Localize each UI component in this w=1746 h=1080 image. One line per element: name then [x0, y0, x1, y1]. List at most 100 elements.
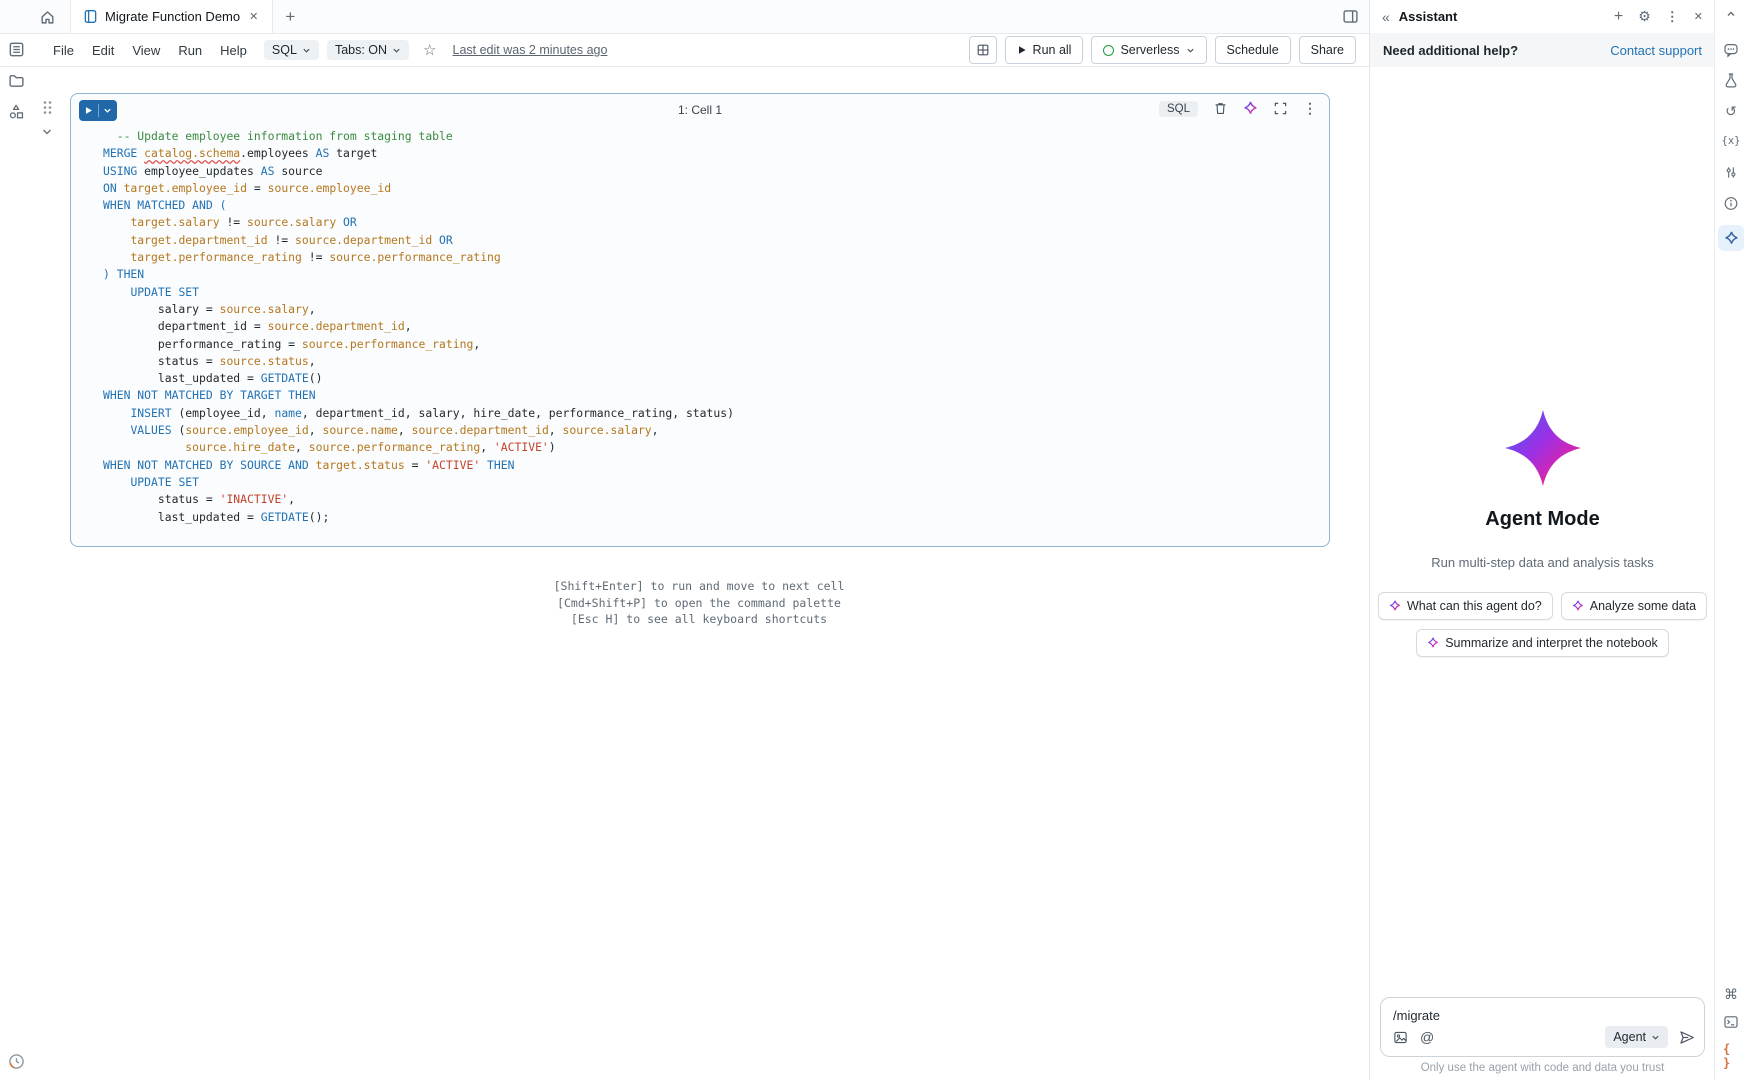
code-line[interactable]: ) THEN: [103, 266, 734, 283]
menu-file[interactable]: File: [44, 39, 83, 62]
cell-menu-kebab-icon[interactable]: ⋮: [1303, 100, 1317, 117]
assistant-header-icons: + ⚙ ⋮ ✕: [1614, 8, 1703, 26]
assistant-rail-icon-selected[interactable]: [1718, 225, 1744, 251]
menu-help[interactable]: Help: [211, 39, 256, 62]
code-line[interactable]: UPDATE SET: [103, 474, 734, 491]
code-line[interactable]: -- Update employee information from stag…: [103, 128, 734, 145]
close-panel-icon[interactable]: ✕: [1694, 10, 1703, 23]
info-icon[interactable]: [1724, 196, 1739, 211]
favorite-star-icon[interactable]: ☆: [423, 41, 436, 59]
delete-cell-icon[interactable]: [1213, 101, 1228, 116]
code-line[interactable]: WHEN NOT MATCHED BY TARGET THEN: [103, 387, 734, 404]
environment-braces-icon[interactable]: { }: [1723, 1042, 1739, 1070]
code-line[interactable]: target.salary != source.salary OR: [103, 214, 734, 231]
assistant-input-value[interactable]: /migrate: [1393, 1008, 1692, 1023]
notebook-cell[interactable]: 1: Cell 1 SQL ⋮ -- Update employee infor…: [70, 93, 1330, 547]
assistant-input-box[interactable]: /migrate @ Agent: [1380, 997, 1705, 1057]
folder-icon[interactable]: [7, 71, 25, 89]
collapse-panel-icon[interactable]: «: [1382, 9, 1390, 25]
run-options-chevron-icon[interactable]: [99, 106, 116, 115]
code-line[interactable]: USING employee_updates AS source: [103, 163, 734, 180]
code-line[interactable]: ON target.employee_id = source.employee_…: [103, 180, 734, 197]
assistant-sparkle-icon[interactable]: [1243, 101, 1258, 116]
code-line[interactable]: target.performance_rating != source.perf…: [103, 249, 734, 266]
sparkle-icon: [1572, 600, 1584, 612]
mode-selector[interactable]: Agent: [1605, 1026, 1668, 1048]
settings-sliders-icon[interactable]: [1724, 165, 1739, 180]
dashboard-grid-icon[interactable]: [969, 36, 997, 64]
home-icon[interactable]: [39, 8, 56, 25]
menu-run[interactable]: Run: [169, 39, 211, 62]
code-line[interactable]: status = source.status,: [103, 353, 734, 370]
collapse-rail-chevron-icon[interactable]: [1725, 8, 1737, 20]
cell-collapse-chevron-icon[interactable]: [41, 126, 53, 138]
hint-line: [Shift+Enter] to run and move to next ce…: [70, 578, 1328, 595]
share-button[interactable]: Share: [1299, 36, 1356, 64]
workflow-shapes-icon[interactable]: [7, 102, 25, 120]
code-line[interactable]: department_id = source.department_id,: [103, 318, 734, 335]
terminal-icon[interactable]: [1723, 1014, 1739, 1030]
code-editor[interactable]: -- Update employee information from stag…: [103, 128, 734, 526]
suggestion-summarize-notebook[interactable]: Summarize and interpret the notebook: [1416, 629, 1669, 657]
agent-mode-logo-icon: [1501, 406, 1585, 490]
code-line[interactable]: status = 'INACTIVE',: [103, 491, 734, 508]
code-line[interactable]: WHEN NOT MATCHED BY SOURCE AND target.st…: [103, 457, 734, 474]
tab-title: Migrate Function Demo: [105, 9, 240, 24]
code-line[interactable]: VALUES (source.employee_id, source.name,…: [103, 422, 734, 439]
assistant-title: Assistant: [1399, 9, 1458, 24]
code-line[interactable]: source.hire_date, source.performance_rat…: [103, 439, 734, 456]
kebab-menu-icon[interactable]: ⋮: [1666, 9, 1679, 25]
experiments-flask-icon[interactable]: [1723, 72, 1739, 88]
new-chat-icon[interactable]: +: [1614, 8, 1623, 26]
version-history-icon[interactable]: ↺: [1725, 103, 1737, 120]
run-all-button[interactable]: Run all: [1005, 36, 1084, 64]
code-line[interactable]: last_updated = GETDATE();: [103, 509, 734, 526]
code-line[interactable]: INSERT (employee_id, name, department_id…: [103, 405, 734, 422]
hint-line: [Esc H] to see all keyboard shortcuts: [70, 611, 1328, 628]
assistant-input-controls: @ Agent: [1393, 1026, 1695, 1048]
tab-close-icon[interactable]: ✕: [247, 10, 260, 23]
run-cell-button[interactable]: [79, 100, 117, 121]
cell-title: 1: Cell 1: [678, 103, 722, 117]
cell-actions: SQL ⋮: [1159, 100, 1317, 117]
variables-icon[interactable]: {x}: [1722, 135, 1741, 147]
play-icon[interactable]: [79, 106, 98, 115]
notebook-icon: [83, 9, 98, 24]
schedule-button[interactable]: Schedule: [1215, 36, 1291, 64]
send-icon[interactable]: [1678, 1029, 1695, 1046]
expand-cell-icon[interactable]: [1273, 101, 1288, 116]
gear-icon[interactable]: ⚙: [1638, 8, 1651, 25]
input-right-controls: Agent: [1605, 1026, 1695, 1048]
code-line[interactable]: MERGE catalog.schema.employees AS target: [103, 145, 734, 162]
menu-view[interactable]: View: [123, 39, 169, 62]
keyboard-hints: [Shift+Enter] to run and move to next ce…: [70, 578, 1328, 628]
comments-icon[interactable]: [1723, 42, 1739, 58]
suggestion-analyze-data[interactable]: Analyze some data: [1561, 592, 1707, 620]
notebook-tab[interactable]: Migrate Function Demo ✕: [70, 0, 273, 33]
code-line[interactable]: UPDATE SET: [103, 284, 734, 301]
mention-icon[interactable]: @: [1420, 1029, 1434, 1045]
new-tab-button[interactable]: +: [285, 8, 295, 25]
cell-drag-handle[interactable]: [42, 100, 53, 115]
cell-language-badge[interactable]: SQL: [1159, 101, 1198, 117]
command-palette-icon[interactable]: ⌘: [1724, 986, 1738, 1003]
code-line[interactable]: last_updated = GETDATE(): [103, 370, 734, 387]
agent-mode-subtitle: Run multi-step data and analysis tasks: [1431, 555, 1654, 570]
panel-layout-icon[interactable]: [1342, 8, 1359, 25]
code-line[interactable]: performance_rating = source.performance_…: [103, 336, 734, 353]
compute-selector[interactable]: Serverless: [1091, 36, 1206, 64]
tabs-toggle[interactable]: Tabs: ON: [327, 40, 409, 60]
menu-edit[interactable]: Edit: [83, 39, 123, 62]
clock-status-icon[interactable]: [7, 1052, 25, 1070]
code-line[interactable]: salary = source.salary,: [103, 301, 734, 318]
last-edit-status[interactable]: Last edit was 2 minutes ago: [453, 43, 608, 57]
contact-support-link[interactable]: Contact support: [1610, 43, 1702, 58]
assistant-header: « Assistant + ⚙ ⋮ ✕: [1370, 0, 1715, 33]
chevron-down-icon: [1186, 46, 1195, 55]
table-of-contents-icon[interactable]: [7, 40, 25, 58]
code-line[interactable]: WHEN MATCHED AND (: [103, 197, 734, 214]
code-line[interactable]: target.department_id != source.departmen…: [103, 232, 734, 249]
attach-image-icon[interactable]: [1393, 1030, 1408, 1045]
suggestion-what-can-agent-do[interactable]: What can this agent do?: [1378, 592, 1553, 620]
language-selector[interactable]: SQL: [264, 40, 319, 60]
